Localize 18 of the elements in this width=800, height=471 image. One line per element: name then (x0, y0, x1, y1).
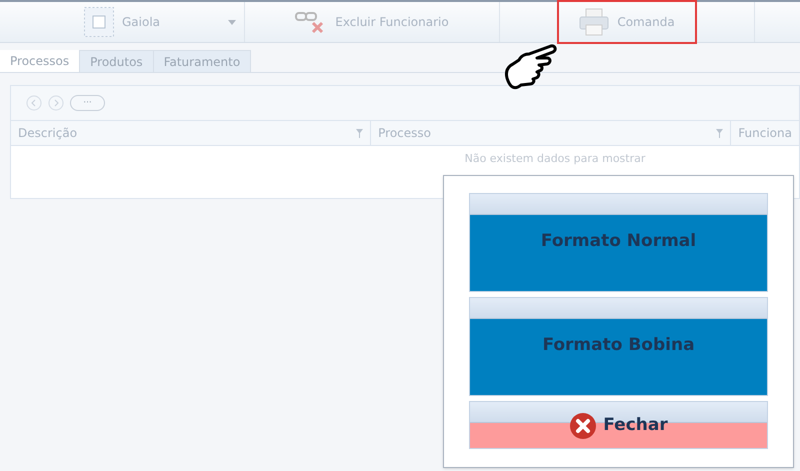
next-icon[interactable] (48, 95, 64, 111)
filter-icon[interactable] (716, 128, 724, 138)
format-button[interactable]: Formato Normal (469, 193, 768, 292)
tab[interactable]: Produtos (80, 50, 154, 72)
previous-icon[interactable] (26, 95, 42, 111)
column-header[interactable]: Descrição (11, 121, 372, 145)
printer-icon (579, 8, 610, 36)
tab[interactable]: Processos (0, 50, 80, 72)
close-icon (569, 412, 598, 440)
tab[interactable]: Faturamento (154, 50, 252, 72)
close-button[interactable]: Fechar (469, 401, 768, 449)
column-header[interactable]: Processo (371, 121, 732, 145)
filter-icon[interactable] (356, 128, 364, 138)
checkbox-icon (84, 7, 114, 37)
empty-message: Não existem dados para mostrar (464, 151, 646, 165)
format-button[interactable]: Formato Bobina (469, 297, 768, 396)
more-button[interactable]: ··· (70, 95, 105, 111)
column-header[interactable]: Funciona (731, 121, 799, 145)
